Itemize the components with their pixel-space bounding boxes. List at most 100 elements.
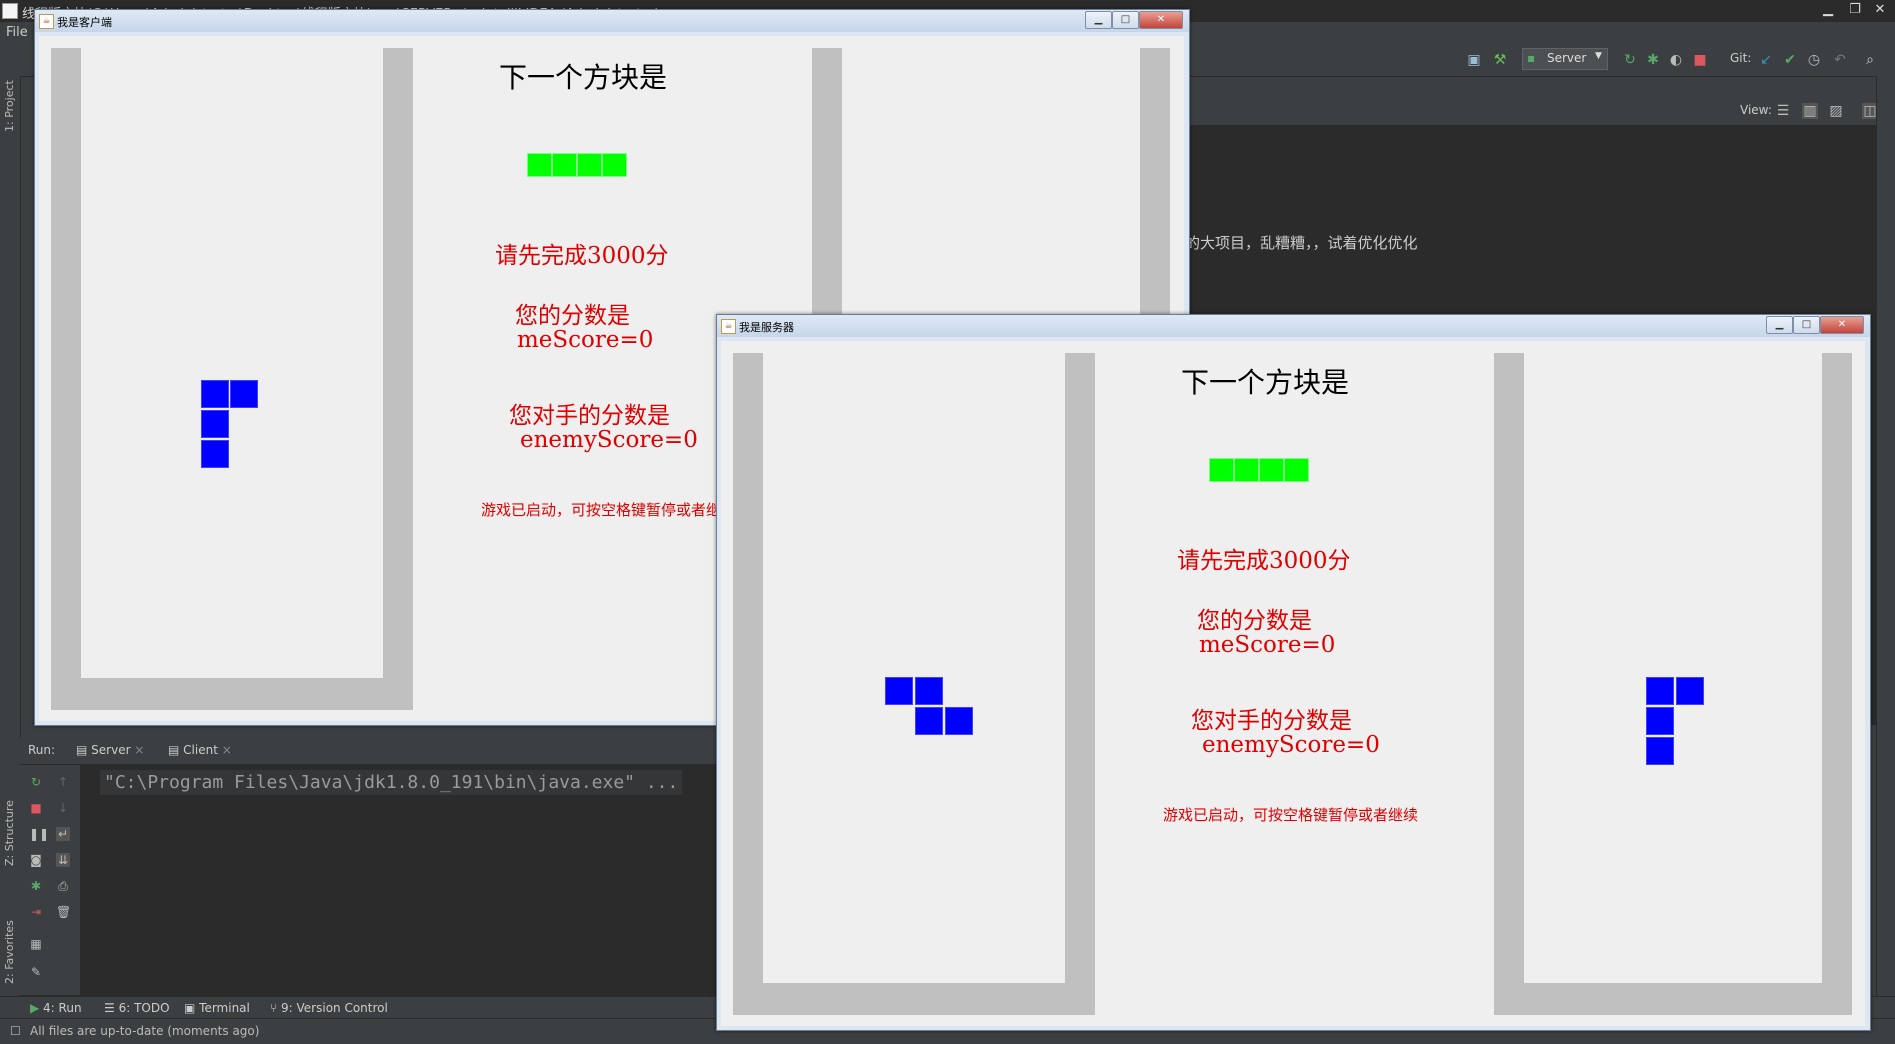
- falling-block-cell: [201, 410, 229, 438]
- exit-icon[interactable]: ⇥: [29, 905, 43, 919]
- git-revert-icon[interactable]: ↶: [1832, 52, 1848, 68]
- debug-icon[interactable]: ✱: [29, 879, 43, 893]
- next-block-cell: [1209, 458, 1234, 482]
- falling-block-cell: [915, 707, 943, 735]
- intellij-logo-icon: [2, 3, 18, 19]
- maximize-button[interactable]: □: [1793, 316, 1820, 334]
- next-block-label: 下一个方块是: [1181, 366, 1350, 399]
- play-icon: ▶: [30, 1001, 44, 1015]
- layout-icon[interactable]: ▦: [29, 937, 43, 951]
- image-view-icon[interactable]: ▨: [1828, 103, 1844, 119]
- stop-icon[interactable]: ■: [1692, 52, 1708, 68]
- console-icon: ▤: [76, 743, 92, 757]
- enemy-score-value: enemyScore=0: [1202, 732, 1380, 758]
- rerun-icon[interactable]: ↻: [29, 775, 43, 789]
- scroll-to-end-icon[interactable]: ⇊: [56, 853, 70, 867]
- status-message: All files are up-to-date (moments ago): [30, 1024, 260, 1038]
- list-view-icon[interactable]: ☰: [1775, 103, 1791, 119]
- next-block-cell: [602, 153, 627, 177]
- tab-run-label: 4: Run: [43, 1001, 82, 1015]
- right-tool-strip: [1876, 76, 1895, 996]
- server-window-title: 我是服务器: [739, 321, 794, 334]
- server-title-bar[interactable]: ☕ 我是服务器 ▁ □ ✕: [717, 315, 1870, 337]
- rerun-icon[interactable]: ↻: [1622, 52, 1638, 68]
- favorites-tool-tab[interactable]: 2: Favorites: [3, 920, 16, 984]
- debug-icon[interactable]: ✱: [1645, 52, 1661, 68]
- close-icon[interactable]: ×: [131, 743, 144, 757]
- server-game-area: 下一个方块是 请先完成3000分 您的分数是 meScore=0 您对手的分数是…: [721, 341, 1865, 1026]
- pause-icon[interactable]: ❚❚: [29, 827, 49, 841]
- git-commit-icon[interactable]: ✔: [1782, 52, 1798, 68]
- falling-block-cell: [915, 677, 943, 705]
- enemy-score-label: 您对手的分数是: [509, 403, 670, 429]
- tab-todo-label: 6: TODO: [118, 1001, 170, 1015]
- tab-terminal[interactable]: ▣ Terminal: [184, 1001, 250, 1015]
- minimize-button[interactable]: ▁: [1085, 11, 1112, 29]
- tab-client-label: Client: [183, 743, 218, 757]
- next-block-cell: [527, 153, 552, 177]
- pin-icon[interactable]: ✎: [29, 965, 43, 979]
- restore-icon[interactable]: ❐: [1845, 2, 1865, 18]
- game-status-text: 游戏已启动，可按空格键暂停或者继续: [1163, 806, 1419, 824]
- next-block-cell: [552, 153, 577, 177]
- project-tool-tab[interactable]: 1: Project: [3, 80, 16, 132]
- project-structure-icon[interactable]: ▣: [1466, 52, 1482, 68]
- maximize-button[interactable]: □: [1112, 11, 1139, 29]
- tab-run[interactable]: ▶ 4: Run: [30, 1001, 82, 1015]
- client-title-bar[interactable]: ☕ 我是客户端 ▁ □ ✕: [35, 10, 1189, 32]
- game-status-text: 游戏已启动，可按空格键暂停或者继: [481, 501, 722, 519]
- my-score-label: 您的分数是: [1197, 608, 1312, 634]
- run-panel-header: Run: ▤ Server × ▤ Client ×: [20, 738, 720, 765]
- enemy-block-cell: [1676, 677, 1704, 705]
- git-label: Git:: [1730, 51, 1752, 65]
- minimize-icon[interactable]: ▁: [1818, 2, 1838, 18]
- next-block-cell: [1284, 458, 1309, 482]
- tab-server-label: Server: [91, 743, 131, 757]
- menu-file[interactable]: File: [6, 25, 28, 40]
- enemy-score-label: 您对手的分数是: [1191, 708, 1352, 734]
- console-command-line[interactable]: "C:\Program Files\Java\jdk1.8.0_191\bin\…: [100, 770, 683, 795]
- server-board-well: [763, 353, 1065, 983]
- structure-tool-tab[interactable]: Z: Structure: [3, 800, 16, 866]
- view-label: View:: [1740, 103, 1772, 117]
- trash-icon[interactable]: 🗑: [56, 905, 71, 919]
- my-score-label: 您的分数是: [515, 303, 630, 329]
- my-score-value: meScore=0: [517, 327, 654, 353]
- client-board-well: [81, 48, 383, 678]
- tab-client[interactable]: ▤ Client ×: [168, 743, 232, 757]
- minimize-button[interactable]: ▁: [1766, 316, 1793, 334]
- close-icon[interactable]: ✕: [1870, 2, 1890, 18]
- server-window: ☕ 我是服务器 ▁ □ ✕ 下一个方块是 请先完成3000分 您的分数是 meS…: [716, 314, 1871, 1031]
- git-update-icon[interactable]: ↙: [1758, 52, 1774, 68]
- columns-view-icon[interactable]: ▥: [1802, 103, 1818, 119]
- stop-icon[interactable]: ■: [29, 801, 43, 815]
- close-button[interactable]: ✕: [1139, 11, 1183, 29]
- close-icon[interactable]: ×: [218, 743, 232, 757]
- tab-version-control[interactable]: ⑂ 9: Version Control: [270, 1001, 388, 1015]
- enemy-block-cell: [1646, 707, 1674, 735]
- up-arrow-icon[interactable]: ↑: [56, 775, 70, 789]
- falling-block-cell: [945, 707, 973, 735]
- falling-block-cell: [201, 380, 229, 408]
- build-hammer-icon[interactable]: ⚒: [1492, 52, 1508, 68]
- tab-todo[interactable]: ☰ 6: TODO: [104, 1001, 170, 1015]
- close-button[interactable]: ✕: [1820, 316, 1864, 334]
- status-checkbox-icon[interactable]: ☐: [10, 1024, 21, 1038]
- print-icon[interactable]: ⎙: [56, 879, 70, 893]
- tab-terminal-label: Terminal: [199, 1001, 250, 1015]
- soft-wrap-icon[interactable]: ↵: [56, 827, 70, 841]
- down-arrow-icon[interactable]: ↓: [56, 801, 70, 815]
- list-icon: ☰: [104, 1001, 119, 1015]
- run-label: Run:: [28, 743, 56, 757]
- run-config-select[interactable]: ▪ Server ▼: [1522, 48, 1608, 70]
- falling-block-cell: [201, 440, 229, 468]
- coverage-icon[interactable]: ◐: [1668, 52, 1684, 68]
- enemy-block-cell: [1646, 737, 1674, 765]
- search-icon[interactable]: ⌕: [1862, 52, 1878, 68]
- tab-server[interactable]: ▤ Server ×: [76, 743, 144, 757]
- client-window-title: 我是客户端: [57, 16, 112, 29]
- git-history-icon[interactable]: ◷: [1806, 52, 1822, 68]
- enemy-block-cell: [1646, 677, 1674, 705]
- camera-icon[interactable]: ◙: [29, 853, 43, 867]
- run-toolbar: ↻ ↑ ■ ↓ ❚❚ ↵ ◙ ⇊ ✱ ⎙ ⇥ 🗑 ▦ ✎: [20, 765, 80, 995]
